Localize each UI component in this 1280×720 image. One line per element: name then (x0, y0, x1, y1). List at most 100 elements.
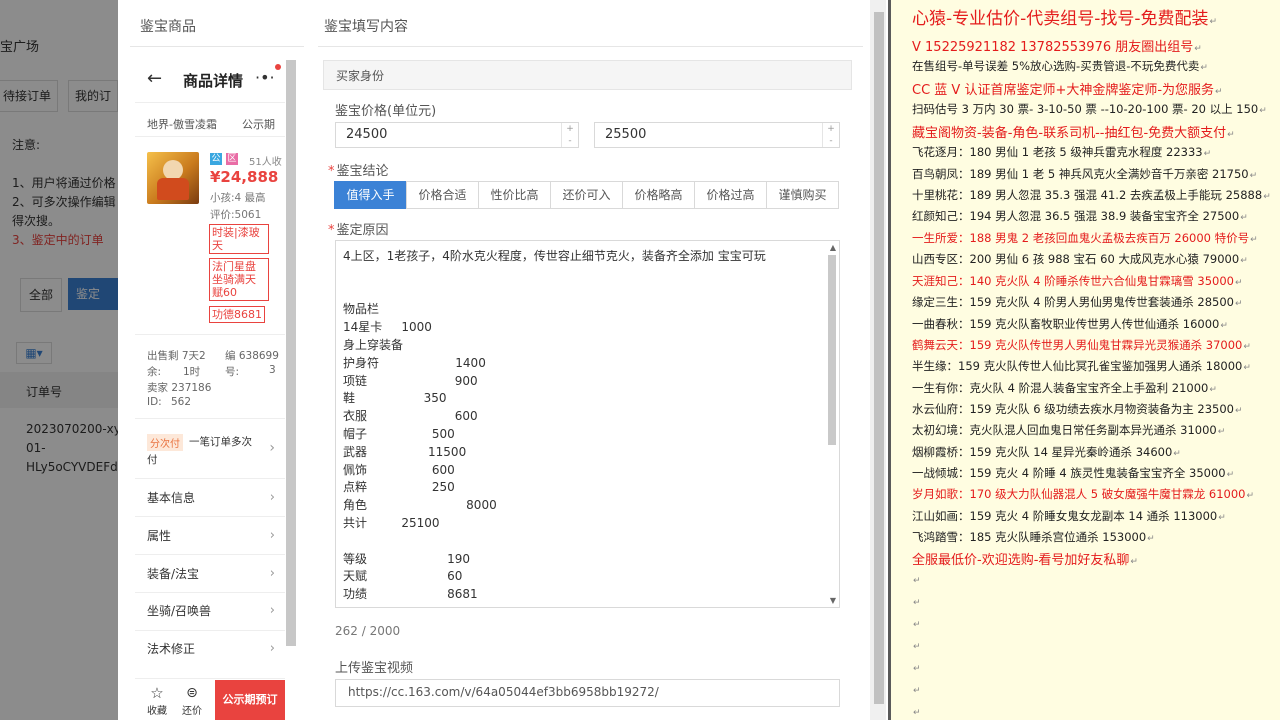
scroll-up-icon[interactable]: ▲ (830, 243, 836, 252)
avatar-face-icon (163, 160, 183, 180)
video-url-input[interactable]: https://cc.163.com/v/64a05044ef3bb6958bb… (335, 679, 840, 707)
divider (135, 136, 285, 137)
stat-value: 1时 (183, 366, 201, 378)
note-line: 太初幻境：克火队混人回血鬼日常任务副本异光通杀 31000↵ (912, 422, 1225, 438)
note-text: 半生缘：159 克火队传世人仙比冥孔雀宝鉴加强男人通杀 18000 (912, 359, 1243, 373)
notification-dot-icon (275, 64, 281, 70)
favorite-button[interactable]: ☆ 收藏 (143, 684, 171, 717)
chevron-right-icon: › (269, 603, 275, 618)
preorder-button[interactable]: 公示期预订 (215, 680, 285, 720)
modal-overlay[interactable] (0, 0, 118, 720)
conclusion-option-fair-price[interactable]: 价格合适 (406, 181, 479, 209)
menu-spell-correction[interactable]: 法术修正 › (147, 631, 275, 667)
note-line: V 15225921182 13782553976 朋友圈出组号↵ (912, 36, 1202, 55)
stat-id-label: ID: (147, 396, 162, 408)
note-line: 一战倾城：159 克火 4 阶睡 4 族灵性鬼装备宝宝齐全 35000↵ (912, 465, 1234, 481)
menu-equipment[interactable]: 装备/法宝 › (147, 556, 275, 592)
paragraph-mark-icon: ↵ (1243, 342, 1251, 352)
price-min-input[interactable]: 24500 + - (335, 122, 579, 148)
price-max-value: 25500 (605, 127, 647, 142)
preview-scrollbar[interactable] (286, 60, 296, 646)
installment-row[interactable]: 分次付 一笔订单多次 付 › (147, 432, 275, 472)
note-text: 一生有你：克火队 4 阶混人装备宝宝齐全上手盈利 21000 (912, 381, 1209, 395)
paragraph-mark-icon: ↵ (1194, 44, 1202, 54)
back-arrow-icon[interactable]: ← (147, 68, 162, 89)
conclusion-option-too-high[interactable]: 价格过高 (694, 181, 767, 209)
video-url-value: https://cc.163.com/v/64a05044ef3bb6958bb… (348, 685, 659, 699)
menu-label: 属性 (147, 529, 172, 543)
price-max-input[interactable]: 25500 + - (594, 122, 840, 148)
conclusion-option-slightly-high[interactable]: 价格略高 (622, 181, 695, 209)
paragraph-mark-icon: ↵ (1263, 192, 1271, 202)
empty-paragraph: ↵ (912, 638, 921, 652)
divider (135, 516, 285, 517)
product-preview: ← 商品详情 ·•· 地界-傲雪凌霜 公示期 公 区 51人收 ¥24,888 … (135, 52, 285, 720)
paragraph-mark-icon: ↵ (1217, 427, 1226, 437)
notes-panel: 心猿-专业估价-代卖组号-找号-免费配装↵ V 15225921182 13782… (891, 0, 1280, 720)
note-text: 飞花逐月：180 男仙 1 老孩 5 级神兵雷克水程度 22333 (912, 145, 1203, 159)
reason-textarea[interactable]: 4上区，1老孩子，4阶水克火程度，传世容止细节克火，装备齐全添加 宝宝可玩 物品… (335, 240, 840, 608)
note-line: 全服最低价-欢迎选购-看号加好友私聊↵ (912, 549, 1138, 568)
stat-remaining: 出售剩 7天2 (147, 350, 206, 362)
note-line: 飞鸿踏雪：185 克火队睡杀宫位通杀 153000↵ (912, 529, 1155, 545)
note-line: 天涯知己：140 克火队 4 阶睡杀传世六合仙鬼甘霖璃雪 35000↵ (912, 273, 1243, 289)
product-tag: 时装|漆玻天 (209, 224, 269, 254)
note-text: 太初幻境：克火队混人回血鬼日常任务副本异光通杀 31000 (912, 423, 1217, 437)
divider (318, 46, 863, 47)
installment-tag: 分次付 (147, 434, 183, 451)
divider (135, 678, 285, 679)
note-text: 十里桃花：189 男人忽混 35.3 强混 41.2 去疾孟极上手能玩 2588… (912, 188, 1263, 202)
conclusion-option-good-value[interactable]: 性价比高 (478, 181, 551, 209)
reason-text: 4上区，1老孩子，4阶水克火程度，传世容止细节克火，装备齐全添加 宝宝可玩 物品… (343, 249, 766, 607)
left-panel-title: 鉴宝商品 (140, 19, 196, 35)
menu-mounts-pets[interactable]: 坐骑/召唤兽 › (147, 593, 275, 629)
paragraph-mark-icon: ↵ (913, 664, 921, 674)
required-mark: * (328, 223, 335, 238)
reason-scrollbar[interactable] (828, 255, 836, 445)
paragraph-mark-icon: ↵ (913, 620, 921, 630)
period-label: 公示期 (242, 118, 275, 131)
stat-label: 号: (225, 366, 240, 378)
menu-attributes[interactable]: 属性 › (147, 518, 275, 554)
price-min-value: 24500 (346, 127, 388, 142)
product-desc: 小孩:4 最高 (210, 192, 266, 204)
note-line: CC 蓝 V 认证首席鉴定师+大神金牌鉴定师-为您服务↵ (912, 79, 1223, 98)
menu-label: 法术修正 (147, 642, 196, 656)
close-icon[interactable]: ✕ (202, 0, 224, 22)
price-tag-icon: ⊜ (186, 685, 198, 701)
reason-label-text: 鉴定原因 (336, 223, 389, 238)
note-line: 一生所爱：188 男鬼 2 老孩回血鬼火孟极去疾百万 26000 特价号↵ (912, 230, 1258, 246)
video-label: 上传鉴宝视频 (335, 661, 414, 676)
paragraph-mark-icon: ↵ (1234, 406, 1243, 416)
conclusion-option-cautious[interactable]: 谨慎购买 (766, 181, 839, 209)
reason-label: * 鉴定原因 (328, 219, 389, 238)
character-avatar (147, 152, 199, 204)
conclusion-option-worth-buying[interactable]: 值得入手 (334, 181, 407, 209)
paragraph-mark-icon: ↵ (1234, 299, 1243, 309)
scroll-down-icon[interactable]: ▼ (830, 596, 836, 605)
paragraph-mark-icon: ↵ (1234, 278, 1243, 288)
menu-basic-info[interactable]: 基本信息 › (147, 480, 275, 516)
note-text: 岁月如歌：170 级大力队仙器混人 5 破女魔强牛魔甘霖龙 61000 (912, 487, 1246, 501)
stepper-icon[interactable]: + - (561, 123, 578, 147)
conclusion-option-negotiable[interactable]: 还价可入 (550, 181, 623, 209)
note-text: CC 蓝 V 认证首席鉴定师+大神金牌鉴定师-为您服务 (912, 83, 1215, 98)
note-text: 一曲春秋：159 克火队畜牧职业传世男人传世仙通杀 16000 (912, 317, 1220, 331)
empty-paragraph: ↵ (912, 682, 921, 696)
stepper-icon[interactable]: + - (822, 123, 839, 147)
more-icon[interactable]: ·•· (255, 68, 275, 87)
right-panel-title: 鉴宝填写内容 (324, 19, 408, 35)
paragraph-mark-icon: ↵ (1259, 106, 1267, 116)
note-line: 藏宝阁物资-装备-角色-联系司机--抽红包-免费大额支付↵ (912, 122, 1235, 141)
dialog-scrollbar-thumb[interactable] (874, 12, 884, 704)
paragraph-mark-icon: ↵ (913, 708, 921, 718)
note-text: 一战倾城：159 克火 4 阶睡 4 族灵性鬼装备宝宝齐全 35000 (912, 466, 1226, 480)
counter-offer-button[interactable]: ⊜ 还价 (177, 684, 207, 717)
conclusion-selector: 值得入手 价格合适 性价比高 还价可入 价格略高 价格过高 谨慎购买 (334, 181, 839, 209)
note-text: 心猿-专业估价-代卖组号-找号-免费配装 (912, 9, 1209, 29)
stat-value: 3 (269, 364, 276, 376)
product-score: 评价:5061 (210, 209, 262, 221)
empty-paragraph: ↵ (912, 616, 921, 630)
note-text: 山西专区：200 男仙 6 孩 988 宝石 60 大成风克水心猿 79000 (912, 252, 1240, 266)
note-text: 藏宝阁物资-装备-角色-联系司机--抽红包-免费大额支付 (912, 126, 1227, 141)
